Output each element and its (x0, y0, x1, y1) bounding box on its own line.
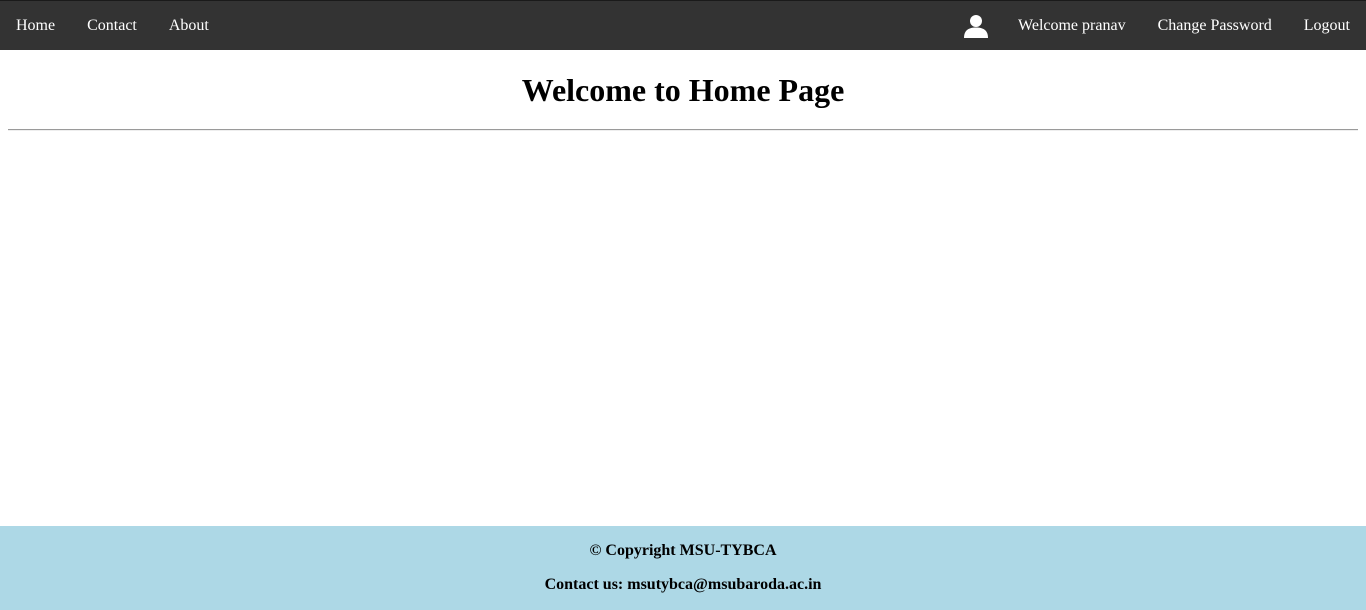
welcome-user-text: Welcome pranav (1018, 17, 1126, 34)
nav-left-group: Home Contact About (0, 1, 225, 50)
nav-link-about[interactable]: About (153, 1, 225, 50)
footer-contact: Contact us: msutybca@msubaroda.ac.in (544, 576, 822, 593)
nav-right-group: Welcome pranav Change Password Logout (962, 1, 1366, 50)
page-title: Welcome to Home Page (521, 72, 845, 108)
divider (8, 129, 1358, 131)
nav-link-home[interactable]: Home (0, 1, 71, 50)
change-password-link[interactable]: Change Password (1142, 1, 1288, 50)
footer-copyright: © Copyright MSU-TYBCA (589, 542, 777, 559)
logout-link[interactable]: Logout (1288, 1, 1366, 50)
nav-link-contact[interactable]: Contact (71, 1, 153, 50)
footer: © Copyright MSU-TYBCA Contact us: msutyb… (0, 526, 1366, 610)
top-navbar: Home Contact About Welcome pranav Change… (0, 0, 1366, 50)
user-icon (962, 1, 990, 50)
